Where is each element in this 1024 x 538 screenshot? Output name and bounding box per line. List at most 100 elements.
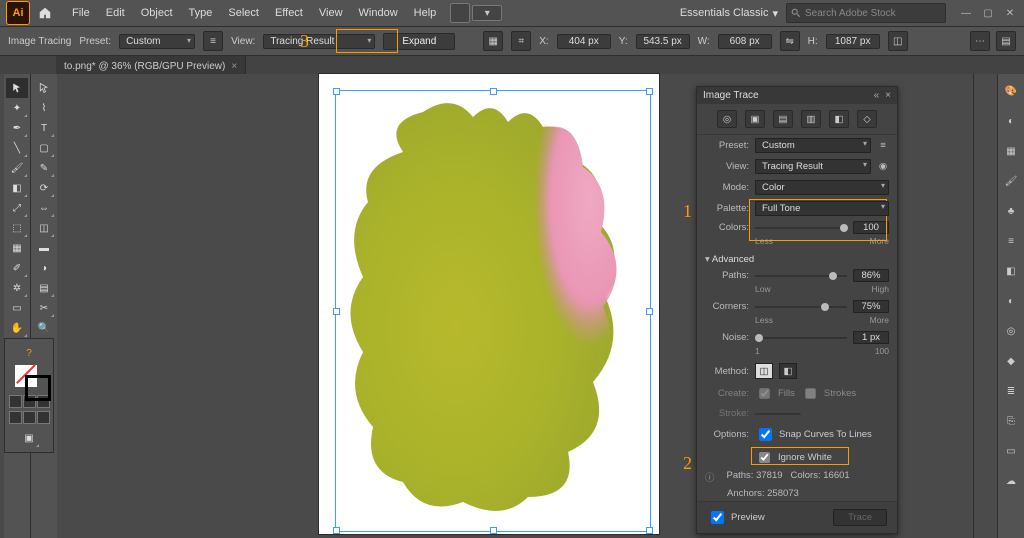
artboards-panel-icon[interactable]: ▭: [1002, 442, 1020, 460]
transform-icon[interactable]: ⌗: [511, 31, 531, 51]
zoom-tool[interactable]: 🔍: [33, 318, 55, 338]
opt-w-field[interactable]: 608 px: [718, 34, 772, 49]
opt-preset-select[interactable]: Custom: [119, 34, 195, 49]
p-advanced-toggle[interactable]: Advanced: [697, 250, 897, 267]
rotate-tool[interactable]: ⟳: [33, 178, 55, 198]
pen-tool[interactable]: ✒: [6, 118, 28, 138]
menu-edit[interactable]: Edit: [98, 7, 133, 19]
panel-close-icon[interactable]: ×: [885, 90, 891, 101]
menu-select[interactable]: Select: [220, 7, 267, 19]
opt-view-select[interactable]: Tracing Result: [263, 34, 375, 49]
graph-tool[interactable]: ▤: [33, 278, 55, 298]
p-noise-slider[interactable]: [755, 337, 847, 339]
type-tool[interactable]: T: [33, 118, 55, 138]
menu-type[interactable]: Type: [181, 7, 221, 19]
fill-stroke-swatch[interactable]: [11, 363, 47, 393]
scale-tool[interactable]: ⤢: [6, 198, 28, 218]
document-tab-close-icon[interactable]: ×: [231, 61, 237, 72]
lasso-tool[interactable]: ⌇: [33, 98, 55, 118]
draw-normal[interactable]: [9, 411, 22, 424]
opt-more-icon[interactable]: ⋯: [970, 31, 990, 51]
menu-effect[interactable]: Effect: [267, 7, 311, 19]
symbol-sprayer-tool[interactable]: ✲: [6, 278, 28, 298]
screen-mode-button[interactable]: ▣: [18, 428, 40, 448]
panel-collapse-icon[interactable]: «: [874, 90, 880, 101]
opt-x-field[interactable]: 404 px: [557, 34, 611, 49]
p-colors-value[interactable]: 100: [853, 221, 889, 234]
p-colors-slider[interactable]: [755, 227, 847, 229]
direct-selection-tool[interactable]: [33, 78, 55, 98]
graphic-styles-panel-icon[interactable]: ◆: [1002, 352, 1020, 370]
line-tool[interactable]: ╲: [6, 138, 28, 158]
shape-props-icon[interactable]: ◫: [888, 31, 908, 51]
align-icon[interactable]: ▦: [483, 31, 503, 51]
p-noise-value[interactable]: 1 px: [853, 331, 889, 344]
color-mode-normal[interactable]: [9, 395, 22, 408]
draw-inside[interactable]: [37, 411, 50, 424]
p-view-select[interactable]: Tracing Result: [755, 159, 871, 174]
hand-tool[interactable]: ✋: [6, 318, 28, 338]
libraries-panel-icon[interactable]: ☁: [1002, 472, 1020, 490]
p-paths-slider[interactable]: [755, 275, 847, 277]
opt-panel-icon[interactable]: ▤: [996, 31, 1016, 51]
pencil-tool[interactable]: ✎: [33, 158, 55, 178]
perspective-tool[interactable]: ◫: [33, 218, 55, 238]
search-stock-field[interactable]: Search Adobe Stock: [786, 3, 946, 23]
p-ignore-white-check[interactable]: [759, 452, 770, 463]
brush-tool[interactable]: 🖌: [6, 158, 28, 178]
layers-panel-icon[interactable]: ≣: [1002, 382, 1020, 400]
mesh-tool[interactable]: ▦: [6, 238, 28, 258]
stroke-panel-icon[interactable]: ≡: [1002, 232, 1020, 250]
arrange-documents-icon[interactable]: [450, 3, 470, 23]
panel-header[interactable]: Image Trace « ×: [697, 87, 897, 104]
p-view-eye-icon[interactable]: ◉: [877, 161, 889, 172]
link-wh-icon[interactable]: ⇋: [780, 31, 800, 51]
appearance-panel-icon[interactable]: ◎: [1002, 322, 1020, 340]
color-guide-panel-icon[interactable]: ◐: [1002, 112, 1020, 130]
p-preview-check[interactable]: [711, 511, 724, 524]
symbols-panel-icon[interactable]: ♣: [1002, 202, 1020, 220]
swatches-panel-icon[interactable]: ▦: [1002, 142, 1020, 160]
p-preset-save-icon[interactable]: ≡: [877, 140, 889, 151]
selection-tool[interactable]: [6, 78, 28, 98]
preset-auto-icon[interactable]: ◎: [717, 110, 737, 128]
width-tool[interactable]: ⇔: [33, 198, 55, 218]
arrange-documents-dropdown[interactable]: ▾: [472, 5, 502, 21]
preset-highcolor-icon[interactable]: ▣: [745, 110, 765, 128]
p-corners-slider[interactable]: [755, 306, 847, 308]
menu-help[interactable]: Help: [406, 7, 445, 19]
document-tab[interactable]: to.png* @ 36% (RGB/GPU Preview) ×: [56, 56, 246, 76]
preset-outline-icon[interactable]: ◇: [857, 110, 877, 128]
eraser-tool[interactable]: ◧: [6, 178, 28, 198]
stroke-swatch[interactable]: [25, 375, 51, 401]
preset-gray-icon[interactable]: ▥: [801, 110, 821, 128]
menu-object[interactable]: Object: [133, 7, 181, 19]
gradient-panel-icon[interactable]: ◧: [1002, 262, 1020, 280]
menu-window[interactable]: Window: [351, 7, 406, 19]
slice-tool[interactable]: ✂: [33, 298, 55, 318]
magic-wand-tool[interactable]: ✦: [6, 98, 28, 118]
workspace-switcher[interactable]: Essentials Classic▾: [680, 7, 778, 20]
preset-lowcolor-icon[interactable]: ▤: [773, 110, 793, 128]
expand-button[interactable]: Expand: [383, 33, 455, 50]
preset-bw-icon[interactable]: ◧: [829, 110, 849, 128]
home-icon[interactable]: [36, 4, 54, 22]
menu-file[interactable]: File: [64, 7, 98, 19]
shape-builder-tool[interactable]: ⬚: [6, 218, 28, 238]
p-preset-select[interactable]: Custom: [755, 138, 871, 153]
p-mode-select[interactable]: Color: [755, 180, 889, 195]
artboard-tool[interactable]: ▭: [6, 298, 28, 318]
opt-y-field[interactable]: 543.5 px: [636, 34, 690, 49]
p-method-overlap[interactable]: ◧: [779, 363, 797, 379]
opt-manage-presets-icon[interactable]: ≡: [203, 31, 223, 51]
opt-h-field[interactable]: 1087 px: [826, 34, 880, 49]
draw-behind[interactable]: [23, 411, 36, 424]
transparency-panel-icon[interactable]: ◐: [1002, 292, 1020, 310]
p-palette-select[interactable]: Full Tone: [755, 201, 889, 216]
p-corners-value[interactable]: 75%: [853, 300, 889, 313]
p-method-abutting[interactable]: ◫: [755, 363, 773, 379]
rectangle-tool[interactable]: ▢: [33, 138, 55, 158]
maximize-button[interactable]: ▢: [980, 7, 996, 19]
color-panel-icon[interactable]: 🎨: [1002, 82, 1020, 100]
menu-view[interactable]: View: [311, 7, 351, 19]
